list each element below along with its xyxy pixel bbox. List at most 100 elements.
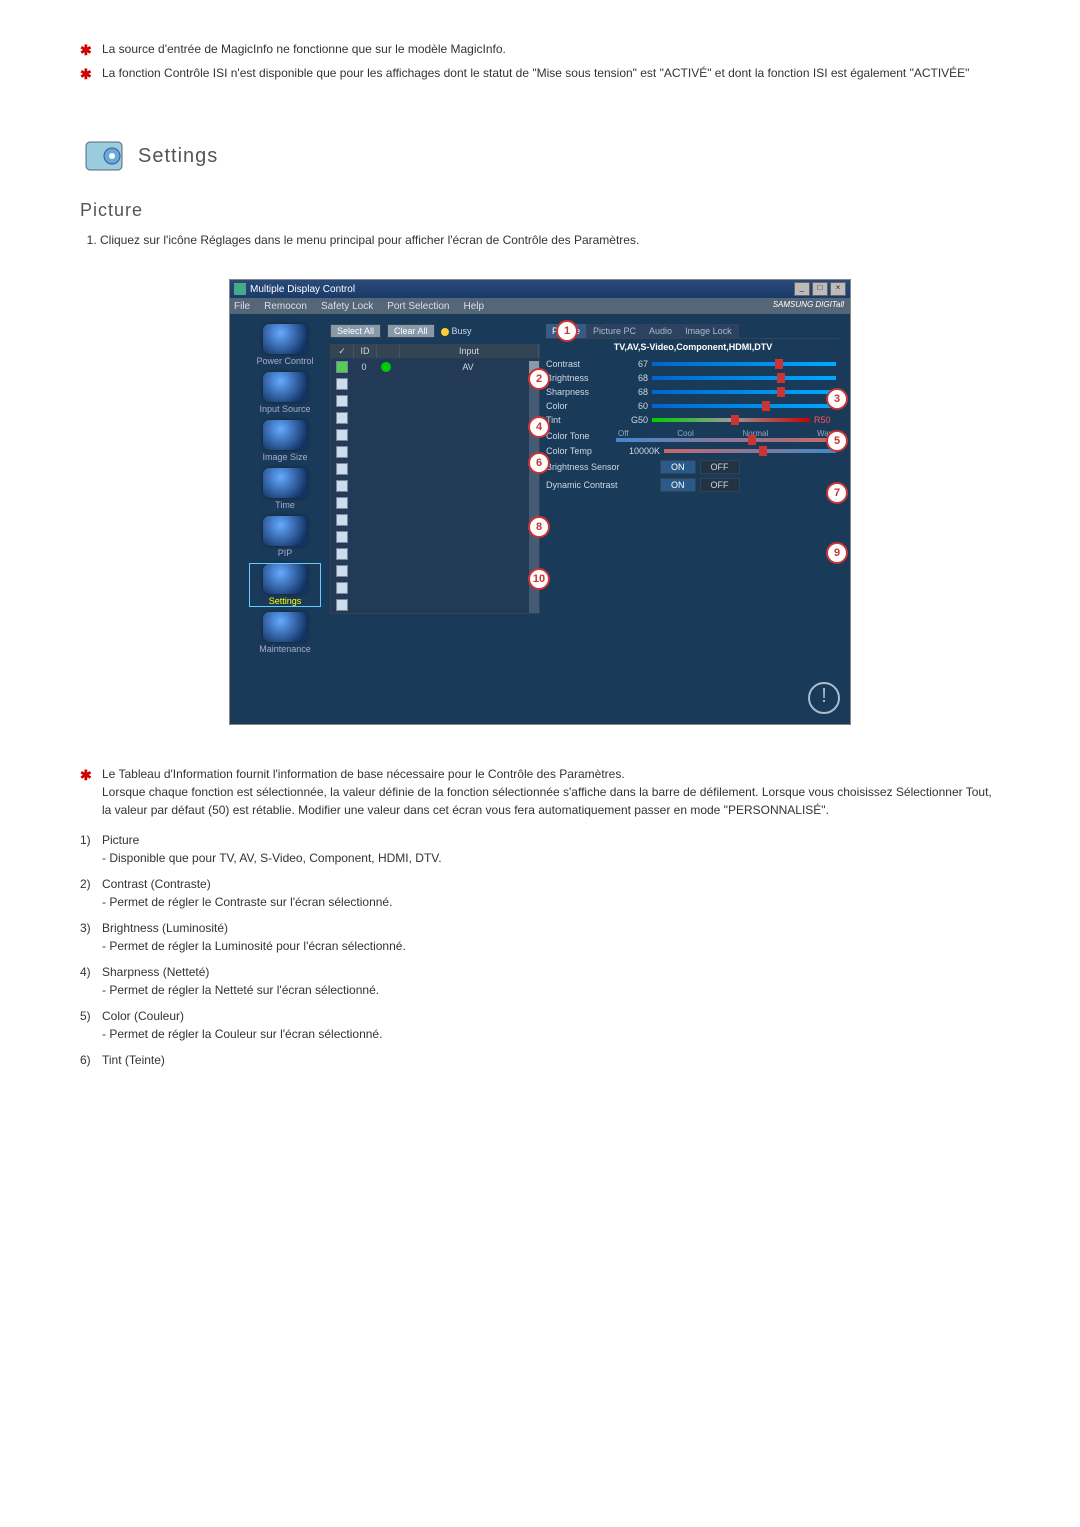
star-icon: ✱ (80, 40, 92, 61)
row-checkbox[interactable] (336, 446, 348, 458)
tab-picture-pc[interactable]: Picture PC (587, 324, 643, 338)
col-input: Input (400, 345, 539, 358)
tab-image-lock[interactable]: Image Lock (679, 324, 739, 338)
input-icon (263, 372, 307, 402)
callout-10: 10 (528, 568, 550, 590)
item-title: Tint (Teinte) (102, 1053, 165, 1067)
row-checkbox[interactable] (336, 548, 348, 560)
menu-portselection[interactable]: Port Selection (387, 301, 449, 312)
dyncontrast-on-button[interactable]: ON (660, 478, 696, 492)
brightness-slider[interactable] (652, 376, 836, 380)
numbered-list: 1)Picture- Disponible que pour TV, AV, S… (80, 831, 1000, 1069)
sidebar-item-power[interactable]: Power Control (250, 324, 320, 366)
row-checkbox[interactable] (336, 463, 348, 475)
colortemp-slider[interactable] (664, 449, 836, 453)
busy-dot-icon (441, 328, 449, 336)
settings-panel: Picture Picture PC Audio Image Lock TV,A… (546, 324, 840, 714)
sidebar-item-input[interactable]: Input Source (250, 372, 320, 414)
callout-9: 9 (826, 542, 848, 564)
clear-all-button[interactable]: Clear All (387, 324, 435, 338)
close-icon[interactable]: × (830, 282, 846, 296)
item-title: Sharpness (Netteté) (102, 965, 209, 979)
dyncontrast-off-button[interactable]: OFF (700, 478, 740, 492)
callout-1: 1 (556, 320, 578, 342)
note-text: La source d'entrée de MagicInfo ne fonct… (102, 42, 506, 56)
sidebar-item-time[interactable]: Time (250, 468, 320, 510)
sidebar-item-maintenance[interactable]: Maintenance (250, 612, 320, 654)
menu-file[interactable]: File (234, 301, 250, 312)
brand-label: SAMSUNG DIGITall (773, 300, 844, 309)
minimize-icon[interactable]: _ (794, 282, 810, 296)
table-row[interactable] (331, 426, 539, 443)
table-row[interactable] (331, 477, 539, 494)
row-checkbox[interactable] (336, 480, 348, 492)
menu-remocon[interactable]: Remocon (264, 301, 307, 312)
pip-icon (263, 516, 307, 546)
callout-8: 8 (528, 516, 550, 538)
item-title: Picture (102, 833, 139, 847)
row-checkbox[interactable] (336, 531, 348, 543)
table-row[interactable] (331, 443, 539, 460)
color-slider[interactable] (652, 404, 836, 408)
row-checkbox[interactable] (336, 599, 348, 611)
row-checkbox[interactable] (336, 514, 348, 526)
step-item: Cliquez sur l'icône Réglages dans le men… (100, 231, 1000, 249)
table-row[interactable] (331, 596, 539, 613)
top-notes: ✱ La source d'entrée de MagicInfo ne fonc… (80, 40, 1000, 82)
callout-5: 5 (826, 430, 848, 452)
row-checkbox[interactable] (336, 378, 348, 390)
select-all-button[interactable]: Select All (330, 324, 381, 338)
menu-safetylock[interactable]: Safety Lock (321, 301, 373, 312)
contrast-slider[interactable] (652, 362, 836, 366)
settings-icon (263, 564, 307, 594)
power-icon (263, 324, 307, 354)
table-row[interactable] (331, 375, 539, 392)
step-list: Cliquez sur l'icône Réglages dans le men… (80, 231, 1000, 249)
app-icon (234, 283, 246, 295)
sidebar-item-pip[interactable]: PIP (250, 516, 320, 558)
col-status (377, 345, 400, 358)
menu-help[interactable]: Help (463, 301, 484, 312)
row-contrast: Contrast 67 (546, 359, 840, 369)
row-checkbox[interactable] (336, 361, 348, 373)
row-checkbox[interactable] (336, 429, 348, 441)
callout-2: 2 (528, 368, 550, 390)
row-checkbox[interactable] (336, 565, 348, 577)
col-id: ID (354, 345, 377, 358)
tint-slider[interactable] (652, 418, 810, 422)
busy-indicator: Busy (441, 326, 472, 336)
table-row[interactable] (331, 460, 539, 477)
table-row[interactable]: 0 AV (331, 358, 539, 375)
table-row[interactable] (331, 562, 539, 579)
row-colortemp: Color Temp 10000K (546, 446, 840, 456)
colortone-slider[interactable] (616, 438, 836, 442)
table-row[interactable] (331, 545, 539, 562)
table-row[interactable] (331, 494, 539, 511)
app-window: Multiple Display Control _ □ × File Remo… (229, 279, 851, 725)
brightsens-on-button[interactable]: ON (660, 460, 696, 474)
table-row[interactable] (331, 409, 539, 426)
row-sharpness: Sharpness 68 (546, 387, 840, 397)
display-grid: ✓ ID Input 0 AV (330, 344, 540, 614)
row-checkbox[interactable] (336, 582, 348, 594)
table-row[interactable] (331, 511, 539, 528)
settings-section-icon (80, 132, 128, 180)
table-row[interactable] (331, 579, 539, 596)
star-icon: ✱ (80, 765, 92, 786)
brightsens-off-button[interactable]: OFF (700, 460, 740, 474)
row-checkbox[interactable] (336, 395, 348, 407)
row-colortone: Color Tone Off Cool Normal Warm (546, 429, 840, 442)
imagesize-icon (263, 420, 307, 450)
table-row[interactable] (331, 392, 539, 409)
maximize-icon[interactable]: □ (812, 282, 828, 296)
note-text: La fonction Contrôle ISI n'est disponibl… (102, 66, 969, 80)
info-icon: ! (808, 682, 840, 714)
tab-audio[interactable]: Audio (643, 324, 679, 338)
sharpness-slider[interactable] (652, 390, 836, 394)
row-checkbox[interactable] (336, 497, 348, 509)
sidebar-item-settings[interactable]: Settings (250, 564, 320, 606)
sidebar-item-imagesize[interactable]: Image Size (250, 420, 320, 462)
tab-subtitle: TV,AV,S-Video,Component,HDMI,DTV (546, 339, 840, 355)
row-checkbox[interactable] (336, 412, 348, 424)
table-row[interactable] (331, 528, 539, 545)
